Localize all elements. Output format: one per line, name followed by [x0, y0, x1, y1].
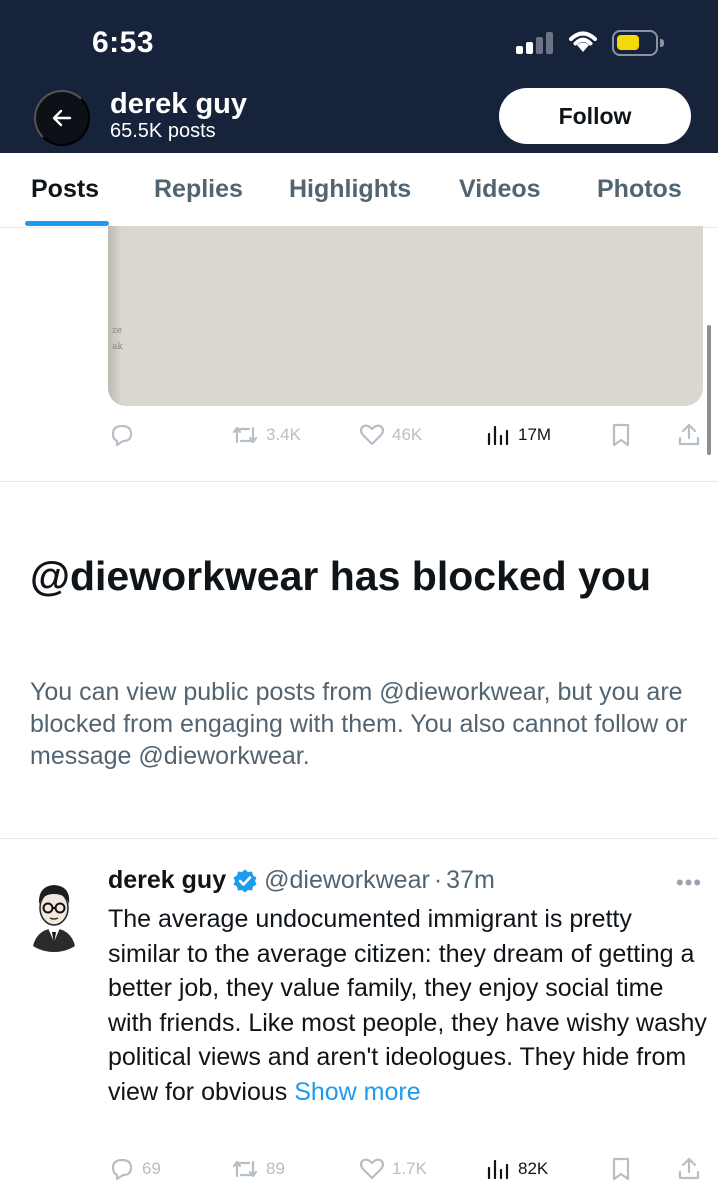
status-time: 6:53	[92, 26, 155, 59]
blocked-description: You can view public posts from @dieworkw…	[30, 678, 688, 770]
posts-count: 65.5K posts	[110, 120, 216, 142]
blocked-title: @dieworkwear has blocked you	[30, 553, 652, 599]
like-button[interactable]: 1.7K	[358, 1156, 427, 1182]
separator-dot: ·	[433, 866, 443, 894]
tab-replies[interactable]: Replies	[154, 175, 243, 204]
views-icon	[487, 1159, 509, 1180]
tab-highlights[interactable]: Highlights	[289, 175, 411, 204]
cellular-signal-icon	[516, 32, 556, 54]
tab-photos[interactable]: Photos	[597, 175, 682, 204]
bookmark-button[interactable]	[608, 1156, 640, 1182]
repost-count: 3.4K	[266, 425, 301, 444]
back-button[interactable]	[34, 90, 90, 146]
like-count: 46K	[392, 425, 423, 444]
scrollbar[interactable]	[707, 325, 711, 455]
verified-badge-icon	[233, 869, 257, 892]
post-image[interactable]: ze ak	[108, 226, 703, 406]
wifi-icon	[569, 31, 597, 52]
tab-videos[interactable]: Videos	[459, 175, 541, 204]
heart-icon	[359, 1158, 385, 1180]
show-more-link[interactable]: Show more	[294, 1078, 420, 1106]
reply-count: 69	[142, 1159, 161, 1178]
reply-button[interactable]: 69	[108, 1156, 161, 1182]
avatar-illustration	[14, 872, 94, 952]
like-button[interactable]: 46K	[358, 422, 422, 448]
repost-icon	[232, 1160, 258, 1178]
tweet-body: The average undocumented immigrant is pr…	[108, 905, 707, 1106]
views-count: 82K	[518, 1159, 549, 1178]
repost-button[interactable]: 89	[230, 1156, 285, 1182]
share-icon	[678, 423, 700, 446]
repost-button[interactable]: 3.4K	[230, 422, 301, 448]
views-button[interactable]: 82K	[484, 1156, 548, 1182]
tab-posts[interactable]: Posts	[31, 175, 99, 204]
divider	[0, 481, 718, 482]
views-button[interactable]: 17M	[484, 422, 551, 448]
tweet-timestamp[interactable]: 37m	[446, 866, 495, 895]
reply-icon	[111, 424, 133, 447]
bookmark-button[interactable]	[608, 422, 640, 448]
tweet-handle[interactable]: @dieworkwear	[264, 866, 430, 895]
views-count: 17M	[518, 425, 552, 444]
tweet-header: derek guy @dieworkwear · 37m	[108, 866, 495, 895]
share-button[interactable]	[676, 1156, 708, 1182]
tweet-author-name[interactable]: derek guy	[108, 866, 226, 895]
follow-button[interactable]: Follow	[499, 88, 691, 144]
heart-icon	[359, 424, 385, 446]
avatar[interactable]	[14, 872, 94, 952]
share-button[interactable]	[676, 422, 708, 448]
battery-icon	[612, 30, 664, 56]
share-icon	[678, 1157, 700, 1180]
views-icon	[487, 425, 509, 446]
profile-header: 6:53 derek guy 65.5K posts Follow	[0, 0, 718, 153]
bookmark-icon	[612, 1157, 630, 1181]
profile-name: derek guy	[110, 88, 247, 120]
divider	[0, 838, 718, 839]
tweet-text: The average undocumented immigrant is pr…	[108, 902, 708, 1109]
profile-tabs: Posts Replies Highlights Videos Photos	[0, 153, 718, 228]
repost-icon	[232, 426, 258, 444]
reply-icon	[111, 1158, 133, 1181]
tweet-actions: 69 89 1.7K 82K	[108, 1156, 708, 1186]
post-actions: 3.4K 46K 17M	[108, 422, 708, 452]
more-options-icon[interactable]: •••	[676, 870, 702, 896]
arrow-left-icon	[52, 109, 72, 127]
like-count: 1.7K	[392, 1159, 427, 1178]
bookmark-icon	[612, 423, 630, 447]
repost-count: 89	[266, 1159, 285, 1178]
active-tab-indicator	[25, 221, 109, 226]
reply-button[interactable]	[108, 422, 142, 448]
